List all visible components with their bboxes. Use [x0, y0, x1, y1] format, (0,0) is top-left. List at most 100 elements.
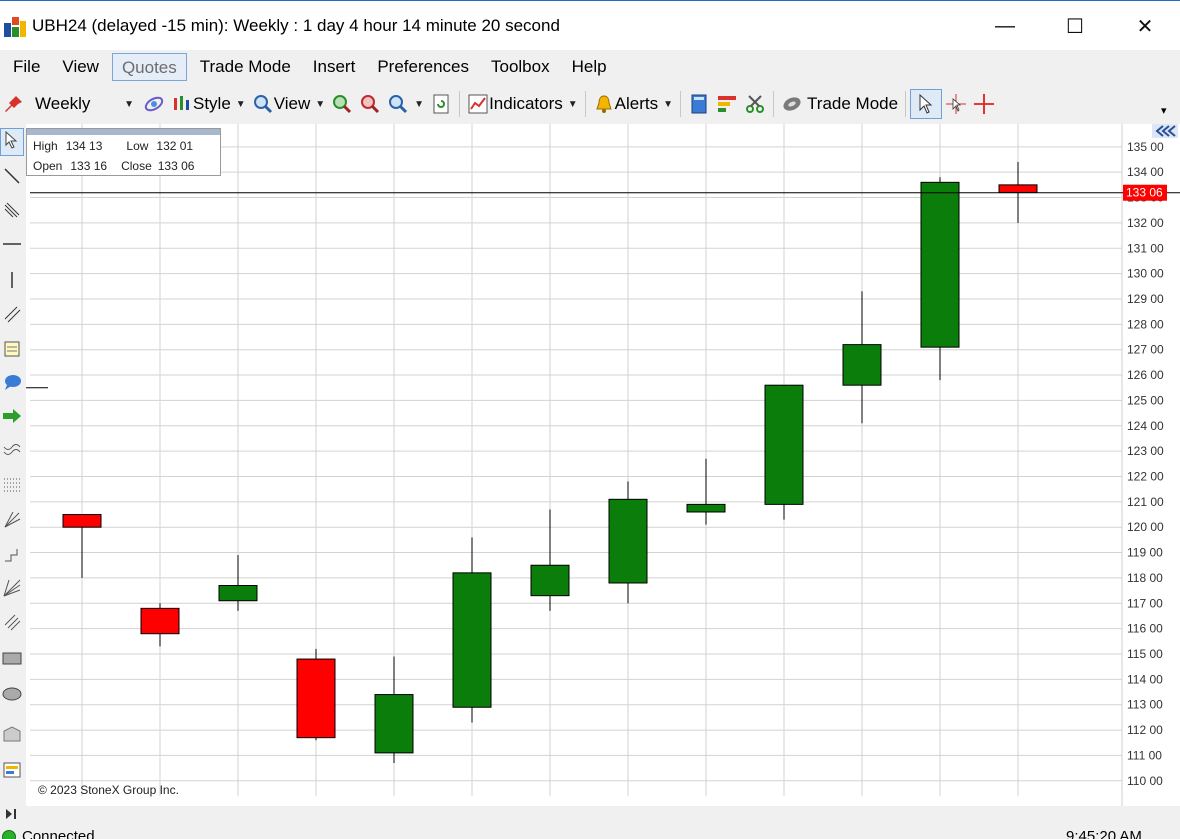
y-tick-label: 123 00	[1127, 444, 1164, 458]
template-tool[interactable]	[0, 758, 24, 786]
y-tick-label: 126 00	[1127, 368, 1164, 382]
close-button[interactable]: ✕	[1110, 1, 1180, 51]
maximize-button[interactable]: ☐	[1040, 1, 1110, 51]
menu-preferences[interactable]: Preferences	[368, 53, 478, 81]
style-button[interactable]: Style ▼	[168, 89, 249, 119]
fan-tool[interactable]	[0, 508, 24, 536]
connection-status-icon	[2, 830, 16, 839]
note-tool[interactable]	[0, 336, 24, 364]
triangle-tool[interactable]	[0, 722, 24, 750]
alerts-label: Alerts	[614, 94, 659, 113]
speech-bubble-icon	[3, 373, 21, 396]
channel-tool[interactable]	[0, 198, 24, 226]
horizontal-line-tool[interactable]	[0, 232, 24, 260]
slanted-lines-icon	[3, 613, 21, 636]
connection-status-text: Connected	[22, 828, 95, 839]
trade-mode-icon	[781, 93, 803, 115]
open-label: Open	[33, 159, 63, 173]
zoom-menu-button[interactable]: ▼	[384, 89, 427, 119]
y-tick-label: 129 00	[1127, 292, 1164, 306]
menu-insert[interactable]: Insert	[304, 53, 365, 81]
refresh-button[interactable]	[427, 89, 455, 119]
pin-button[interactable]	[0, 89, 28, 119]
wave-tool[interactable]	[0, 438, 24, 466]
period-select-value: Weekly	[35, 94, 91, 113]
time-scroll-strip[interactable]	[0, 806, 1180, 826]
menu-trade-mode[interactable]: Trade Mode	[191, 53, 300, 81]
book-icon	[688, 93, 710, 115]
toolbar-overflow-button[interactable]: ▾	[1158, 102, 1170, 118]
crosshair-button[interactable]	[970, 89, 998, 119]
candle-body	[62, 514, 102, 528]
rectangle-tool[interactable]	[0, 646, 24, 674]
play-step-icon	[4, 807, 18, 825]
trade-mode-button[interactable]: Trade Mode	[778, 89, 901, 119]
chart-area[interactable]: 110 00 111 00 112 00 113 00 114 00 115 00 116 …	[26, 124, 1180, 806]
alerts-button[interactable]: Alerts ▼	[590, 89, 676, 119]
y-tick-label: 111 00	[1127, 748, 1162, 762]
status-clock: 9:45:20 AM	[1066, 828, 1142, 839]
cycle-lines-tool[interactable]	[0, 610, 24, 638]
close-label: Close	[121, 159, 152, 173]
callout-tool[interactable]	[0, 370, 24, 398]
high-label: High	[33, 139, 58, 153]
menu-toolbox[interactable]: Toolbox	[482, 53, 559, 81]
candle-body	[140, 607, 180, 635]
book-button[interactable]	[685, 89, 713, 119]
menu-quotes[interactable]: Quotes	[111, 53, 187, 81]
toolbar-divider	[905, 91, 907, 117]
zoom-in-button[interactable]	[328, 89, 356, 119]
step-tool[interactable]	[0, 542, 24, 570]
scroll-start-button[interactable]	[2, 808, 20, 824]
candle-body	[686, 503, 726, 513]
chevron-down-icon: ▼	[124, 98, 134, 110]
select-tool[interactable]	[0, 128, 24, 156]
minimize-button[interactable]: —	[970, 1, 1040, 51]
window-title: UBH24 (delayed -15 min): Weekly : 1 day …	[32, 15, 560, 35]
crosshair-icon	[973, 93, 995, 115]
menu-file[interactable]: File	[4, 53, 49, 81]
vertical-line-tool[interactable]	[0, 268, 24, 296]
candlestick-chart[interactable]: 110 00 111 00 112 00 113 00 114 00 115 00 116 …	[26, 124, 1180, 806]
copyright-text: © 2023 StoneX Group Inc.	[38, 783, 179, 797]
fibonacci-tool[interactable]	[0, 472, 24, 500]
ellipse-tool[interactable]	[0, 682, 24, 710]
y-tick-label: 122 00	[1127, 469, 1164, 483]
double-line-icon	[3, 305, 21, 328]
trendline-tool[interactable]	[0, 164, 24, 192]
crosshair-pointer-button[interactable]	[942, 89, 970, 119]
title-bar: UBH24 (delayed -15 min): Weekly : 1 day …	[0, 0, 1180, 50]
menu-help[interactable]: Help	[563, 53, 616, 81]
ohlc-info-box: High 134 13 Low 132 01 Open 133 16 Close…	[26, 128, 221, 176]
parallel-tool[interactable]	[0, 302, 24, 330]
diagonal-line-icon	[3, 167, 21, 190]
menu-view[interactable]: View	[53, 53, 108, 81]
heatmap-button[interactable]	[713, 89, 741, 119]
toolbar: Weekly ▼ Style ▼ View ▼ ▼ Indicators ▼ A…	[0, 84, 1180, 124]
indicators-button[interactable]: Indicators ▼	[464, 89, 581, 119]
refresh-chart-button[interactable]	[140, 89, 168, 119]
gann-fan-tool[interactable]	[0, 576, 24, 604]
collapse-panel-button[interactable]	[1152, 124, 1180, 138]
zoom-out-button[interactable]	[356, 89, 384, 119]
magnifier-icon	[252, 93, 274, 115]
dotted-lines-icon	[3, 475, 21, 498]
scissors-icon	[744, 93, 766, 115]
arrow-tool[interactable]	[0, 404, 24, 432]
fan-lines-icon	[3, 511, 21, 534]
pointer-tool-button[interactable]	[910, 89, 943, 119]
candle-body	[998, 184, 1038, 193]
gann-fan-icon	[3, 579, 21, 602]
tools-button[interactable]	[741, 89, 769, 119]
template-icon	[3, 761, 21, 784]
swirl-icon	[143, 93, 165, 115]
zoom-out-icon	[359, 93, 381, 115]
toolbar-divider	[459, 91, 461, 117]
y-tick-label: 112 00	[1127, 723, 1163, 737]
indicator-chart-icon	[467, 93, 489, 115]
zoom-in-icon	[331, 93, 353, 115]
indicators-label: Indicators	[489, 94, 563, 113]
period-select[interactable]: Weekly ▼	[28, 90, 140, 118]
view-button[interactable]: View ▼	[249, 89, 328, 119]
drawing-tools-bar	[0, 124, 26, 806]
